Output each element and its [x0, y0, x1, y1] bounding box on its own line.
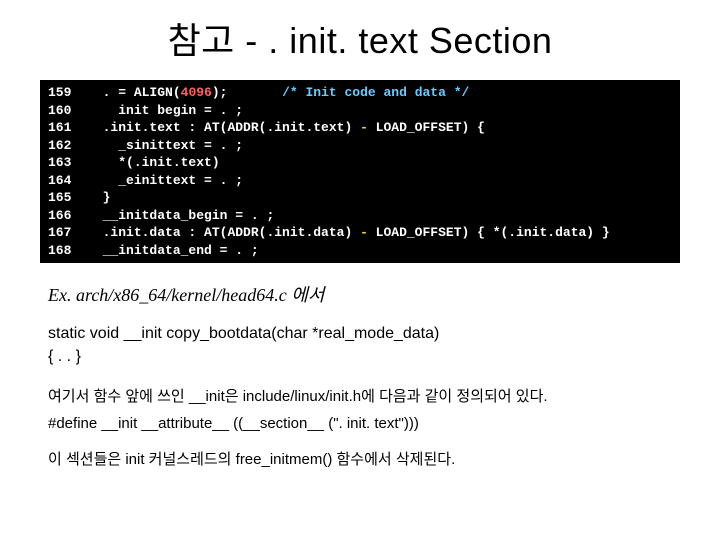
code-token: - — [360, 120, 368, 135]
line-number: 161 — [48, 120, 87, 135]
line-number: 168 — [48, 243, 87, 258]
code-token: 4096 — [181, 85, 212, 100]
code-line: 165 } — [48, 190, 110, 205]
free-initmem-note: 이 섹션들은 init 커널스레드의 free_initmem() 함수에서 삭… — [48, 449, 680, 472]
code-line: 160 init begin = . ; — [48, 103, 243, 118]
slide-title: 참고 - . init. text Section — [40, 12, 680, 64]
init-define-line: #define __init __attribute__ ((__section… — [48, 413, 680, 436]
line-number: 165 — [48, 190, 87, 205]
func-line-1: static void __init copy_bootdata(char *r… — [48, 323, 680, 345]
example-function: static void __init copy_bootdata(char *r… — [48, 323, 680, 368]
code-line: 162 _sinittext = . ; — [48, 138, 243, 153]
line-number: 164 — [48, 173, 87, 188]
code-line: 164 _einittext = . ; — [48, 173, 243, 188]
line-number: 167 — [48, 225, 87, 240]
code-line: 163 *(.init.text) — [48, 155, 220, 170]
code-token: /* Init code and data */ — [282, 85, 469, 100]
line-number: 166 — [48, 208, 87, 223]
code-block: 159 . = ALIGN(4096); /* Init code and da… — [40, 80, 680, 263]
code-line: 166 __initdata_begin = . ; — [48, 208, 274, 223]
code-line: 167 .init.data : AT(ADDR(.init.data) - L… — [48, 225, 610, 240]
code-line: 168 __initdata_end = . ; — [48, 243, 259, 258]
init-explanation-line1: 여기서 함수 앞에 쓰인 __init은 include/linux/init.… — [48, 386, 680, 409]
line-number: 160 — [48, 103, 87, 118]
code-line: 159 . = ALIGN(4096); /* Init code and da… — [48, 85, 469, 100]
line-number: 159 — [48, 85, 87, 100]
line-number: 162 — [48, 138, 87, 153]
func-line-2: { . . } — [48, 346, 680, 368]
line-number: 163 — [48, 155, 87, 170]
slide-root: 참고 - . init. text Section 159 . = ALIGN(… — [0, 0, 720, 540]
example-path: Ex. arch/x86_64/kernel/head64.c 에서 — [48, 281, 680, 307]
code-line: 161 .init.text : AT(ADDR(.init.text) - L… — [48, 120, 485, 135]
code-token: - — [360, 225, 368, 240]
